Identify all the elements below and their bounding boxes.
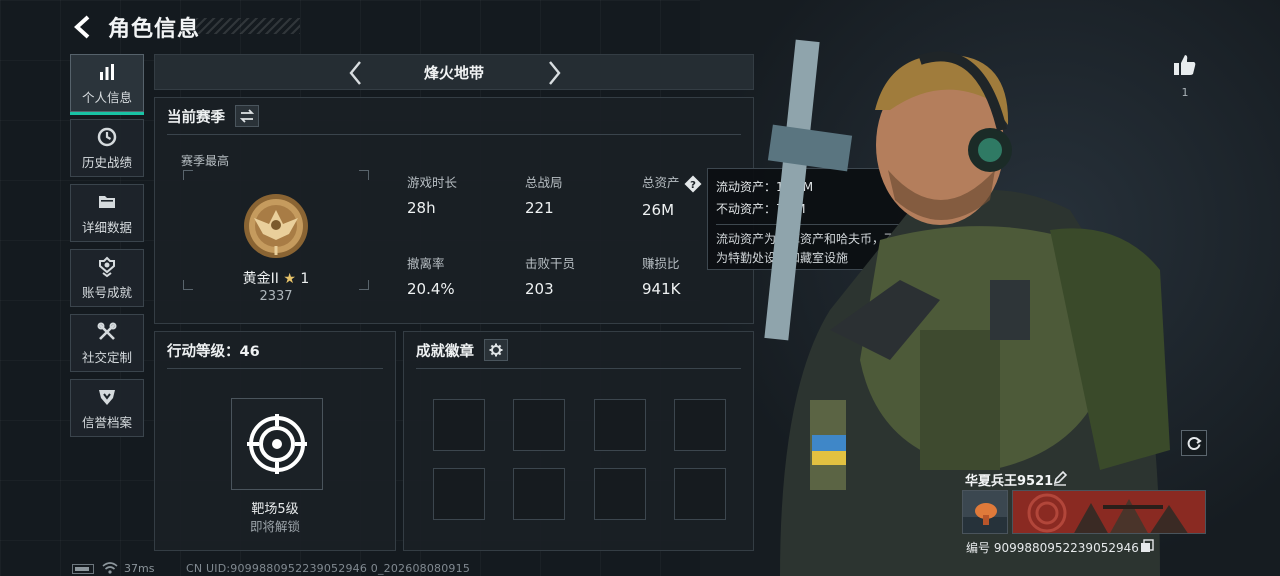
copy-icon[interactable] [1140,539,1154,553]
stat-value: 203 [525,280,554,298]
history-icon [96,126,118,148]
stat-label: 游戏时长 [407,175,458,190]
frame-corner [359,280,369,290]
rank-badge [241,188,311,264]
frame-corner [183,170,193,180]
sidebar-item-label: 个人信息 [81,89,132,105]
badge-slot[interactable] [433,399,485,451]
unlock-item[interactable] [231,398,323,490]
sidebar-item-label: 历史战绩 [81,154,132,170]
season-switch-button[interactable] [235,105,259,127]
stat-kills: 击败干员 203 [525,253,575,298]
back-arrow-icon [74,15,90,39]
stat-value: 26M [642,200,675,219]
player-banner[interactable] [1012,490,1206,534]
folder-icon [96,191,118,213]
rank-star-count: 1 [300,271,310,287]
sidebar-item-personal-info[interactable]: 个人信息 [70,54,144,115]
like-button[interactable] [1172,52,1198,78]
map-next-button[interactable] [541,59,567,87]
rank-name: 黄金II ★ 1 [211,268,341,288]
badge-slot[interactable] [513,468,565,520]
help-icon[interactable]: ? [684,175,702,193]
like-count: 1 [1181,86,1189,99]
sidebar-item-label: 社交定制 [81,349,132,365]
action-level-panel: 行动等级：46 靶场5级 即将解锁 [154,331,396,551]
sidebar-item-detail-data[interactable]: 详细数据 [70,184,144,242]
sidebar-item-social[interactable]: 社交定制 [70,314,144,372]
tools-icon [96,321,118,343]
sidebar-item-credit[interactable]: 信誉档案 [70,379,144,437]
battery-icon [72,564,94,574]
player-avatar[interactable] [962,490,1008,534]
swap-icon [240,109,254,123]
map-name: 烽火地带 [423,64,484,82]
frame-corner [359,170,369,180]
sidebar-item-history[interactable]: 历史战绩 [70,119,144,177]
refresh-icon [1187,437,1202,450]
edit-icon[interactable] [1052,470,1068,486]
divider [167,368,383,369]
badge-slot[interactable] [674,399,726,451]
badges-panel: 成就徽章 [403,331,754,551]
rank-tier: 黄金II [242,271,279,287]
player-name: 华夏兵王9521 [965,474,1054,489]
stat-total-matches: 总战局 221 [525,172,563,217]
bar-chart-icon [96,61,118,83]
season-title: 当前赛季 [167,110,225,126]
stat-label: 总资产 [642,175,680,190]
target-icon [247,414,307,474]
sidebar-item-label: 详细数据 [81,219,132,235]
season-panel: 当前赛季 赛季最高 黄金II ★ 1 2337 游戏时长 28h 总战局 221… [154,97,754,324]
svg-text:?: ? [690,180,696,191]
gear-icon [489,343,503,357]
badges-title: 成就徽章 [416,344,474,360]
stat-value: 28h [407,199,436,217]
badges-settings-button[interactable] [484,339,508,361]
stat-value: 941K [642,280,681,298]
stat-total-assets: 总资产? 26M [642,172,702,219]
stat-label: 撤离率 [407,256,445,271]
sidebar: 个人信息 历史战绩 详细数据 账号成就 社交定制 信誉档案 [70,54,144,444]
badge-slot[interactable] [674,468,726,520]
stat-profit-loss: 赚损比 941K [642,253,680,298]
stat-label: 总战局 [525,175,563,190]
stat-value: 20.4% [407,280,455,298]
chevron-right-icon [549,61,561,85]
rank-score: 2337 [259,289,293,304]
title-decoration [196,18,300,34]
back-button[interactable] [70,14,96,40]
player-id: 编号 9099880952239052946 [966,541,1139,555]
stat-value: 221 [525,199,554,217]
stat-label-row: 总资产? [642,172,702,193]
badge-slot[interactable] [594,468,646,520]
thumbs-up-icon [1174,55,1196,75]
credit-icon [96,386,118,408]
sidebar-item-label: 账号成就 [81,284,132,300]
stat-extraction-rate: 撤离率 20.4% [407,253,455,298]
sidebar-item-achievements[interactable]: 账号成就 [70,249,144,307]
rank-star-icon: ★ [283,271,296,287]
season-best-label: 赛季最高 [181,154,230,168]
stat-label: 击败干员 [525,256,576,271]
achievement-icon [96,256,118,278]
badge-slot[interactable] [594,399,646,451]
unlock-item-name: 靶场5级 [251,502,299,517]
map-selector: 烽火地带 [154,54,754,90]
sidebar-item-label: 信誉档案 [81,414,132,430]
frame-corner [183,280,193,290]
unlock-item-status: 即将解锁 [249,519,300,534]
badge-slot[interactable] [433,468,485,520]
account-uid: CN UID:9099880952239052946 0_20260808091… [186,562,471,575]
divider [167,134,741,135]
stat-play-time: 游戏时长 28h [407,172,457,217]
divider [416,368,741,369]
stat-label: 赚损比 [642,256,680,271]
page-title: 角色信息 [108,17,201,42]
refresh-button[interactable] [1181,430,1207,456]
action-level-title: 行动等级：46 [167,344,260,360]
badge-slot[interactable] [513,399,565,451]
wifi-icon [102,562,118,574]
ping-readout: 37ms [124,562,155,575]
